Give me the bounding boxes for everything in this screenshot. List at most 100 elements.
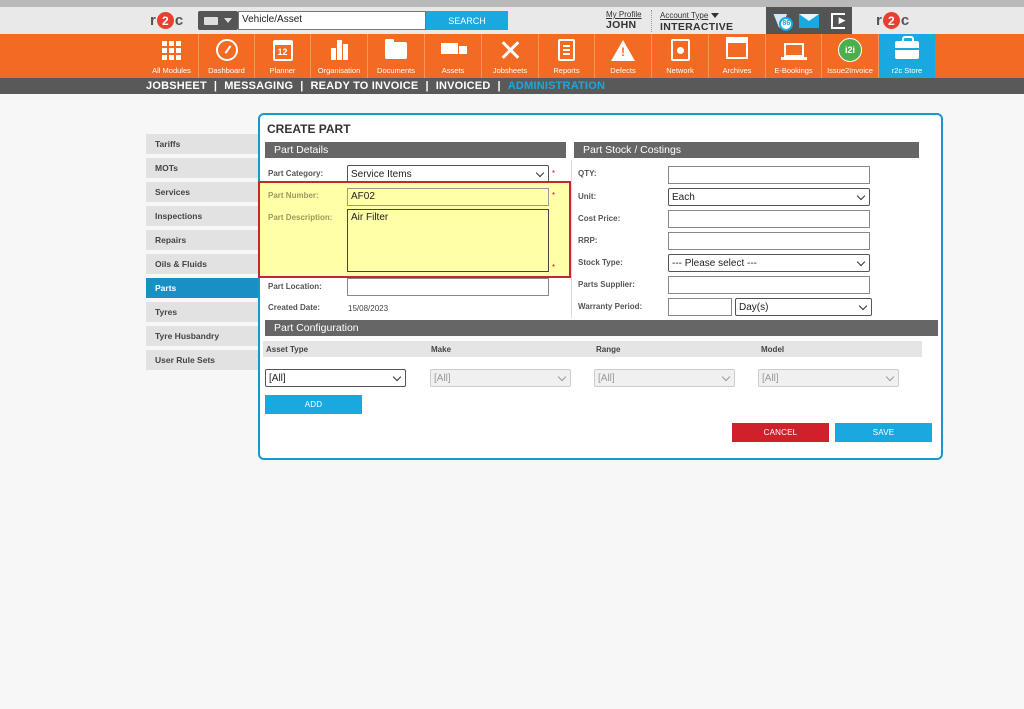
nav-network[interactable]: Network <box>652 34 709 78</box>
sidebar-item-oils-fluids[interactable]: Oils & Fluids <box>146 254 258 274</box>
asset-type-dropdown[interactable] <box>198 11 238 30</box>
my-profile-link[interactable]: My Profile <box>606 10 642 19</box>
contacts-icon <box>670 39 690 61</box>
logout-icon <box>830 12 846 29</box>
sidebar-item-tyres[interactable]: Tyres <box>146 302 258 322</box>
nav-organisation[interactable]: Organisation <box>311 34 368 78</box>
chevron-down-icon <box>392 372 402 381</box>
nav-r2c-store[interactable]: r2c Store <box>879 34 935 78</box>
r2c-logo-right[interactable]: r 2 c <box>876 11 909 30</box>
notifications-button[interactable]: 86 <box>769 11 794 31</box>
top-strip <box>0 0 1024 7</box>
i2i-icon: i2i <box>838 38 862 62</box>
nav-planner[interactable]: 12 Planner <box>255 34 311 78</box>
nav-dashboard[interactable]: Dashboard <box>199 34 255 78</box>
nav-defects[interactable]: Defects <box>595 34 652 78</box>
nav-e-bookings[interactable]: E-Bookings <box>766 34 822 78</box>
store-icon <box>895 36 919 59</box>
folder-icon <box>385 38 407 59</box>
caret-down-icon <box>711 12 720 18</box>
qty-input[interactable] <box>668 166 870 184</box>
column-divider <box>571 160 572 318</box>
account-type-link[interactable]: Account Type <box>660 11 708 20</box>
add-config-button[interactable]: ADD <box>265 395 362 414</box>
gauge-icon <box>215 39 238 61</box>
cancel-button[interactable]: CANCEL <box>732 423 829 442</box>
sidebar-item-parts[interactable]: Parts <box>146 278 258 298</box>
search-input[interactable]: Vehicle/Asset <box>238 11 426 30</box>
required-marker: * <box>552 191 556 200</box>
nav-all-modules[interactable]: All Modules <box>145 34 199 78</box>
asset-type-select[interactable]: [All] <box>265 369 406 387</box>
column-make: Make <box>428 341 593 357</box>
nav-label: Organisation <box>317 66 361 75</box>
nav-archives[interactable]: Archives <box>709 34 766 78</box>
warranty-unit-select[interactable]: Day(s) <box>735 298 872 316</box>
nav-issue2invoice[interactable]: i2i Issue2Invoice <box>822 34 879 78</box>
logo-circle-2: 2 <box>882 12 900 29</box>
clipboard-icon <box>558 39 575 61</box>
nav-documents[interactable]: Documents <box>368 34 425 78</box>
column-asset-type: Asset Type <box>263 341 428 357</box>
sub-nav: JOBSHEET | MESSAGING | READY TO INVOICE … <box>0 78 1024 94</box>
logout-button[interactable] <box>827 11 849 31</box>
warning-icon <box>611 39 635 61</box>
account-type[interactable]: Account Type INTERACTIVE <box>651 10 734 33</box>
model-select[interactable]: [All] <box>758 369 899 387</box>
notification-count-badge: 86 <box>779 16 794 31</box>
nav-label: Dashboard <box>208 66 245 75</box>
part-description-label: Part Description: <box>268 213 333 222</box>
subnav-ready-to-invoice[interactable]: READY TO INVOICE <box>311 80 419 92</box>
part-number-input[interactable]: AF02 <box>347 188 549 206</box>
sidebar-item-tariffs[interactable]: Tariffs <box>146 134 258 154</box>
chevron-down-icon <box>856 191 866 200</box>
nav-label: Documents <box>377 66 415 75</box>
subnav-administration[interactable]: ADMINISTRATION <box>508 80 605 92</box>
nav-label: All Modules <box>152 66 191 75</box>
make-select[interactable]: [All] <box>430 369 571 387</box>
warranty-period-input[interactable] <box>668 298 732 316</box>
truck-icon <box>204 16 218 25</box>
stock-type-select[interactable]: --- Please select --- <box>668 254 870 272</box>
asset-type-value: [All] <box>269 372 286 384</box>
nav-label: Reports <box>553 66 580 75</box>
admin-sidebar: Tariffs MOTs Services Inspections Repair… <box>146 134 258 374</box>
sidebar-item-tyre-husbandry[interactable]: Tyre Husbandry <box>146 326 258 346</box>
unit-value: Each <box>672 191 695 203</box>
subnav-separator: | <box>213 80 218 92</box>
part-location-input[interactable] <box>347 278 549 296</box>
part-details-header: Part Details <box>265 142 566 158</box>
cost-price-input[interactable] <box>668 210 870 228</box>
subnav-messaging[interactable]: MESSAGING <box>224 80 293 92</box>
grid-icon <box>162 40 181 60</box>
sidebar-item-services[interactable]: Services <box>146 182 258 202</box>
sidebar-item-user-rule-sets[interactable]: User Rule Sets <box>146 350 258 370</box>
chevron-down-icon <box>721 372 731 381</box>
sidebar-item-mots[interactable]: MOTs <box>146 158 258 178</box>
nav-label: Network <box>666 66 694 75</box>
unit-select[interactable]: Each <box>668 188 870 206</box>
logo-letter-r: r <box>150 12 156 29</box>
save-button[interactable]: SAVE <box>835 423 932 442</box>
my-profile[interactable]: My Profile JOHN <box>606 10 642 31</box>
r2c-logo-left[interactable]: r 2 c <box>150 11 183 30</box>
nav-reports[interactable]: Reports <box>539 34 595 78</box>
range-select[interactable]: [All] <box>594 369 735 387</box>
search-button[interactable]: SEARCH <box>426 11 508 30</box>
stock-type-label: Stock Type: <box>578 258 623 267</box>
account-type-value: INTERACTIVE <box>660 21 734 33</box>
parts-supplier-input[interactable] <box>668 276 870 294</box>
part-description-textarea[interactable]: Air Filter <box>347 209 549 272</box>
sidebar-item-repairs[interactable]: Repairs <box>146 230 258 250</box>
nav-jobsheets[interactable]: Jobsheets <box>482 34 539 78</box>
messages-button[interactable] <box>798 11 820 31</box>
subnav-jobsheet[interactable]: JOBSHEET <box>146 80 207 92</box>
column-range: Range <box>593 341 758 357</box>
chevron-down-icon <box>858 301 868 310</box>
subnav-invoiced[interactable]: INVOICED <box>436 80 491 92</box>
truck-icon <box>441 43 467 57</box>
sidebar-item-inspections[interactable]: Inspections <box>146 206 258 226</box>
buildings-icon <box>330 40 348 60</box>
nav-assets[interactable]: Assets <box>425 34 482 78</box>
rrp-input[interactable] <box>668 232 870 250</box>
